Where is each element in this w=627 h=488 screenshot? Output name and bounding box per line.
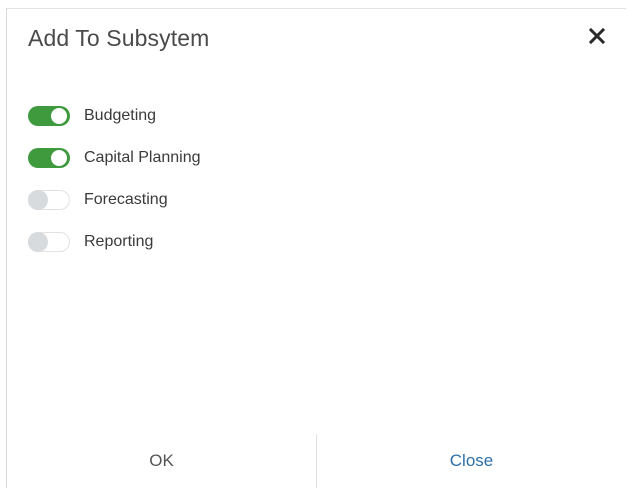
toggle-label: Budgeting	[84, 107, 157, 124]
toggle-row-capital-planning[interactable]: Capital Planning	[28, 137, 201, 179]
subsystem-toggle-list: Budgeting Capital Planning Forecasting R…	[28, 95, 201, 263]
forecasting-toggle-switch[interactable]	[28, 190, 70, 210]
toggle-row-budgeting[interactable]: Budgeting	[28, 95, 201, 137]
dialog-header: Add To Subsytem	[7, 9, 626, 71]
ok-button[interactable]: OK	[7, 434, 316, 488]
toggle-knob	[28, 190, 48, 210]
toggle-row-reporting[interactable]: Reporting	[28, 221, 201, 263]
toggle-label: Reporting	[84, 233, 154, 250]
reporting-toggle-switch[interactable]	[28, 232, 70, 252]
budgeting-toggle-switch[interactable]	[28, 106, 70, 126]
toggle-row-forecasting[interactable]: Forecasting	[28, 179, 201, 221]
capital-planning-toggle-switch[interactable]	[28, 148, 70, 168]
toggle-label: Forecasting	[84, 191, 168, 208]
add-to-subsystem-dialog: Add To Subsytem Budgeting Capital Planni…	[6, 8, 626, 488]
close-icon[interactable]	[586, 25, 608, 47]
dialog-footer: OK Close	[7, 434, 626, 488]
close-button[interactable]: Close	[317, 434, 626, 488]
toggle-knob	[28, 232, 48, 252]
toggle-knob	[51, 150, 67, 166]
toggle-knob	[51, 108, 67, 124]
dialog-title: Add To Subsytem	[28, 25, 210, 51]
toggle-label: Capital Planning	[84, 149, 201, 166]
close-icon-glyph	[588, 27, 606, 45]
